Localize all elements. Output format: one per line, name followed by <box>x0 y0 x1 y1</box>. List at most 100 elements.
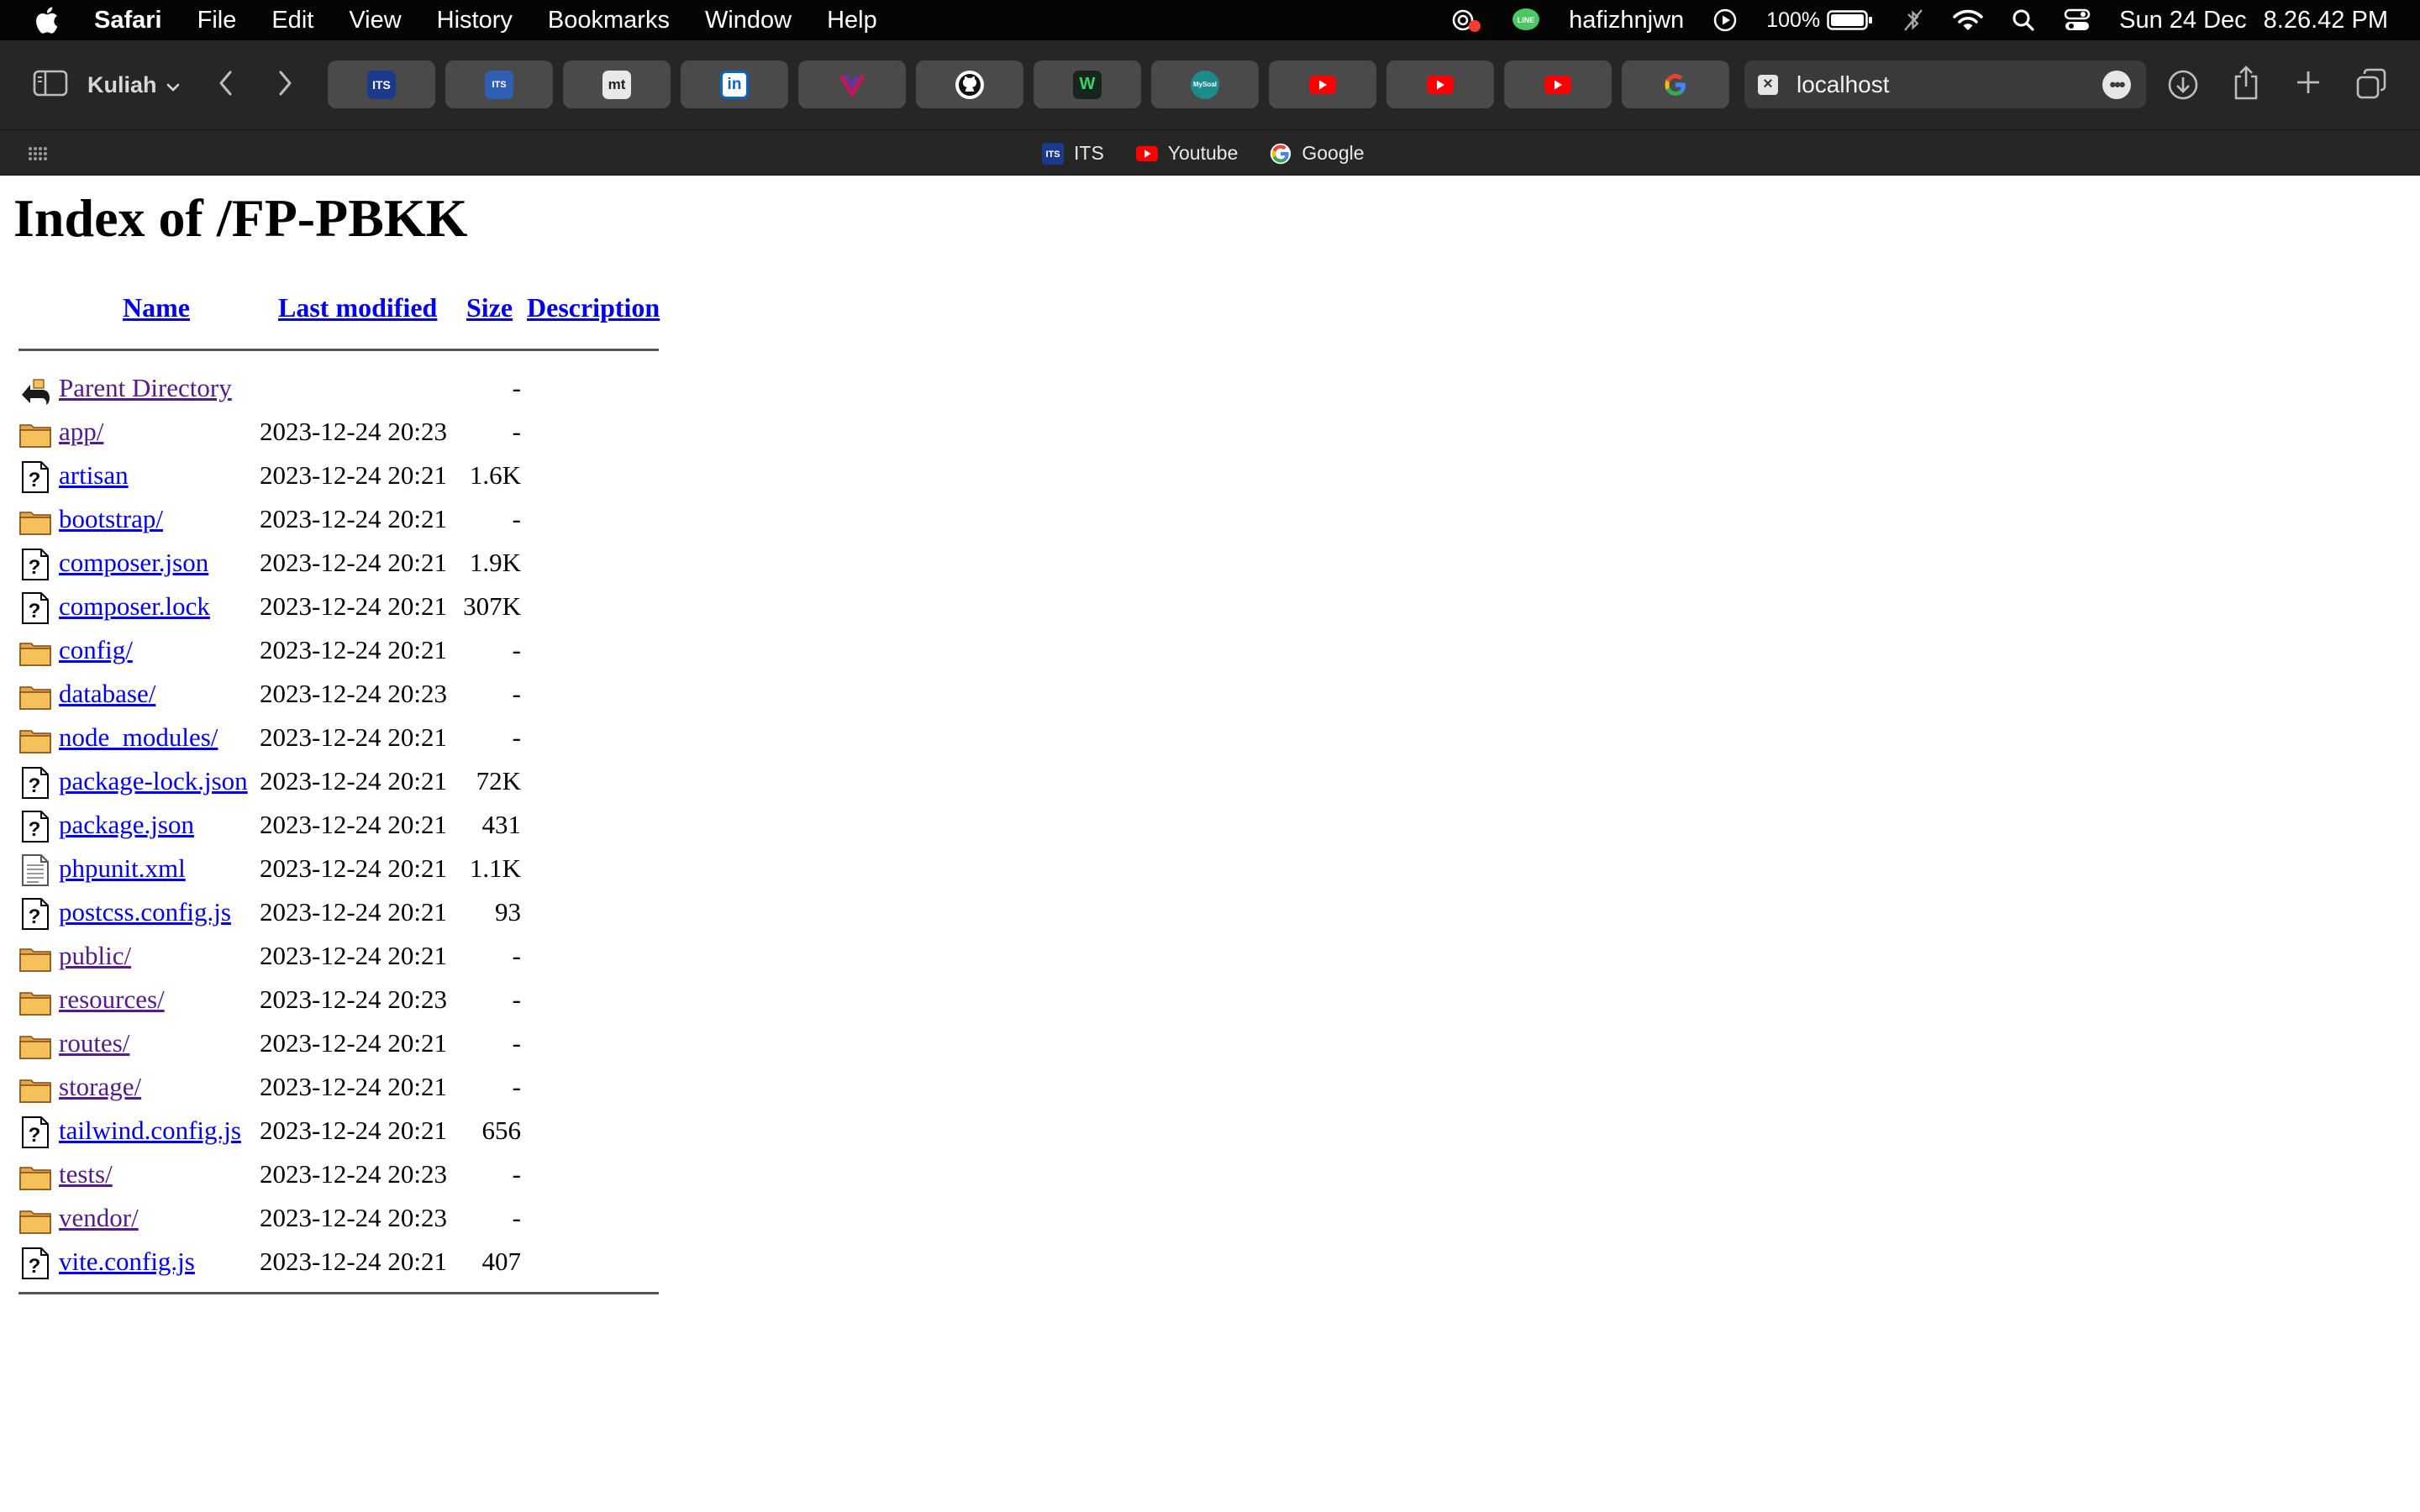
file-link[interactable]: tests/ <box>59 1159 113 1189</box>
control-center-icon[interactable] <box>2064 8 2091 32</box>
new-tab-button[interactable] <box>2294 68 2323 97</box>
file-link[interactable]: resources/ <box>59 984 165 1015</box>
clock-date[interactable]: Sun 24 Dec <box>2119 7 2247 34</box>
active-tab-address-field[interactable]: × localhost ••• <box>1744 60 2146 108</box>
svg-text:?: ? <box>29 1124 41 1147</box>
tab-group-selector[interactable]: Kuliah <box>87 40 181 129</box>
file-link[interactable]: composer.lock <box>59 591 210 622</box>
size-cell: 407 <box>481 1247 522 1276</box>
menu-edit[interactable]: Edit <box>271 7 313 34</box>
sort-by-last-modified-link[interactable]: Last modified <box>278 292 437 323</box>
linkedin-icon: in <box>720 70 749 99</box>
tab-group-label: Kuliah <box>87 71 157 97</box>
footer-divider <box>18 1292 659 1294</box>
size-cell: 431 <box>481 810 522 839</box>
sort-by-size-link[interactable]: Size <box>466 292 513 323</box>
pinned-tab-linkedin[interactable]: in <box>681 60 788 108</box>
screen-recording-icon[interactable] <box>1449 8 1483 33</box>
sidebar-toggle-icon[interactable] <box>32 68 69 98</box>
chevron-left-icon <box>219 71 232 96</box>
size-cell: 656 <box>481 1116 522 1145</box>
spotlight-search-icon[interactable] <box>2012 8 2035 32</box>
file-link[interactable]: package.json <box>59 810 194 840</box>
close-tab-icon[interactable]: × <box>1758 74 1778 95</box>
play-circle-icon[interactable] <box>1712 8 1738 33</box>
menu-history[interactable]: History <box>437 7 513 34</box>
apps-grid-icon[interactable] <box>27 142 50 170</box>
file-link[interactable]: phpunit.xml <box>59 853 186 884</box>
chevron-down-icon <box>166 72 181 98</box>
share-button[interactable] <box>2232 64 2260 101</box>
last-modified-cell: 2023-12-24 20:23 <box>260 417 448 446</box>
battery-status[interactable]: 100% <box>1766 8 1874 33</box>
pinned-tab-youtube-2[interactable] <box>1386 60 1494 108</box>
file-link[interactable]: vite.config.js <box>59 1247 195 1277</box>
file-link[interactable]: public/ <box>59 941 131 971</box>
pinned-tab-v[interactable] <box>798 60 906 108</box>
pinned-tab-youtube-3[interactable] <box>1504 60 1612 108</box>
pinned-tab-youtube-1[interactable] <box>1269 60 1376 108</box>
menu-file[interactable]: File <box>197 7 237 34</box>
username-label[interactable]: hafizhnjwn <box>1569 7 1684 34</box>
file-link[interactable]: tailwind.config.js <box>59 1116 241 1146</box>
menu-view[interactable]: View <box>349 7 401 34</box>
pinned-tab-mysoal[interactable]: MySoal <box>1151 60 1259 108</box>
list-item: public/2023-12-24 20:21 - <box>18 939 659 983</box>
myits-icon: ITS <box>485 70 513 99</box>
file-link[interactable]: composer.json <box>59 548 208 578</box>
folder-icon <box>18 984 52 1018</box>
menu-window[interactable]: Window <box>705 7 792 34</box>
pinned-tab-github[interactable] <box>916 60 1023 108</box>
file-link[interactable]: Parent Directory <box>59 373 232 403</box>
last-modified-cell: 2023-12-24 20:21 <box>260 897 448 927</box>
favorite-its[interactable]: ITS ITS <box>1042 142 1104 165</box>
size-cell: 307K <box>463 591 521 621</box>
pinned-tab-mt[interactable]: mt <box>563 60 671 108</box>
file-link[interactable]: routes/ <box>59 1028 129 1058</box>
file-link[interactable]: config/ <box>59 635 133 665</box>
file-link[interactable]: storage/ <box>59 1072 141 1102</box>
file-link[interactable]: node_modules/ <box>59 722 218 753</box>
unknown-file-icon: ? <box>18 1116 52 1149</box>
last-modified-cell: 2023-12-24 20:21 <box>260 635 448 664</box>
clock-time[interactable]: 8.26.42 PM <box>2264 7 2388 34</box>
menu-app-name[interactable]: Safari <box>94 7 162 34</box>
sort-by-name-link[interactable]: Name <box>123 292 190 323</box>
file-link[interactable]: vendor/ <box>59 1203 139 1233</box>
last-modified-cell: 2023-12-24 20:21 <box>260 504 448 533</box>
more-options-icon[interactable]: ••• <box>2102 71 2131 99</box>
active-tab-title: localhost <box>1797 71 1890 97</box>
menu-help[interactable]: Help <box>827 7 877 34</box>
wifi-icon[interactable] <box>1953 8 1983 32</box>
sort-by-description-link[interactable]: Description <box>527 292 660 323</box>
parent-directory-icon <box>18 373 52 407</box>
file-link[interactable]: postcss.config.js <box>59 897 231 927</box>
svg-text:?: ? <box>29 600 41 622</box>
bluetooth-off-icon[interactable] <box>1902 8 1924 33</box>
pinned-tab-myits[interactable]: ITS <box>445 60 553 108</box>
unknown-file-icon: ? <box>18 897 52 931</box>
line-app-icon[interactable]: LINE <box>1512 8 1540 33</box>
file-link[interactable]: bootstrap/ <box>59 504 163 534</box>
file-link[interactable]: app/ <box>59 417 103 447</box>
pinned-tab-w[interactable]: W <box>1034 60 1141 108</box>
last-modified-cell: 2023-12-24 20:21 <box>260 460 448 490</box>
downloads-button[interactable] <box>2166 68 2200 102</box>
menu-bookmarks[interactable]: Bookmarks <box>548 7 670 34</box>
pinned-tab-its[interactable]: ITS <box>328 60 435 108</box>
file-link[interactable]: package-lock.json <box>59 766 248 796</box>
back-button[interactable] <box>215 68 237 98</box>
svg-text:?: ? <box>29 906 41 928</box>
favorite-youtube[interactable]: Youtube <box>1135 142 1238 165</box>
pinned-tab-google[interactable] <box>1622 60 1729 108</box>
apple-menu-icon[interactable] <box>34 6 59 34</box>
w-logo-icon: W <box>1073 70 1102 99</box>
file-link[interactable]: database/ <box>59 679 155 709</box>
tab-overview-button[interactable] <box>2354 67 2388 101</box>
list-item: ? composer.json 2023-12-24 20:21 1.9K <box>18 546 659 590</box>
file-link[interactable]: artisan <box>59 460 129 491</box>
unknown-file-icon: ? <box>18 810 52 843</box>
favorite-google[interactable]: Google <box>1270 142 1365 165</box>
forward-button[interactable] <box>274 68 296 98</box>
favorite-google-label: Google <box>1302 142 1365 164</box>
